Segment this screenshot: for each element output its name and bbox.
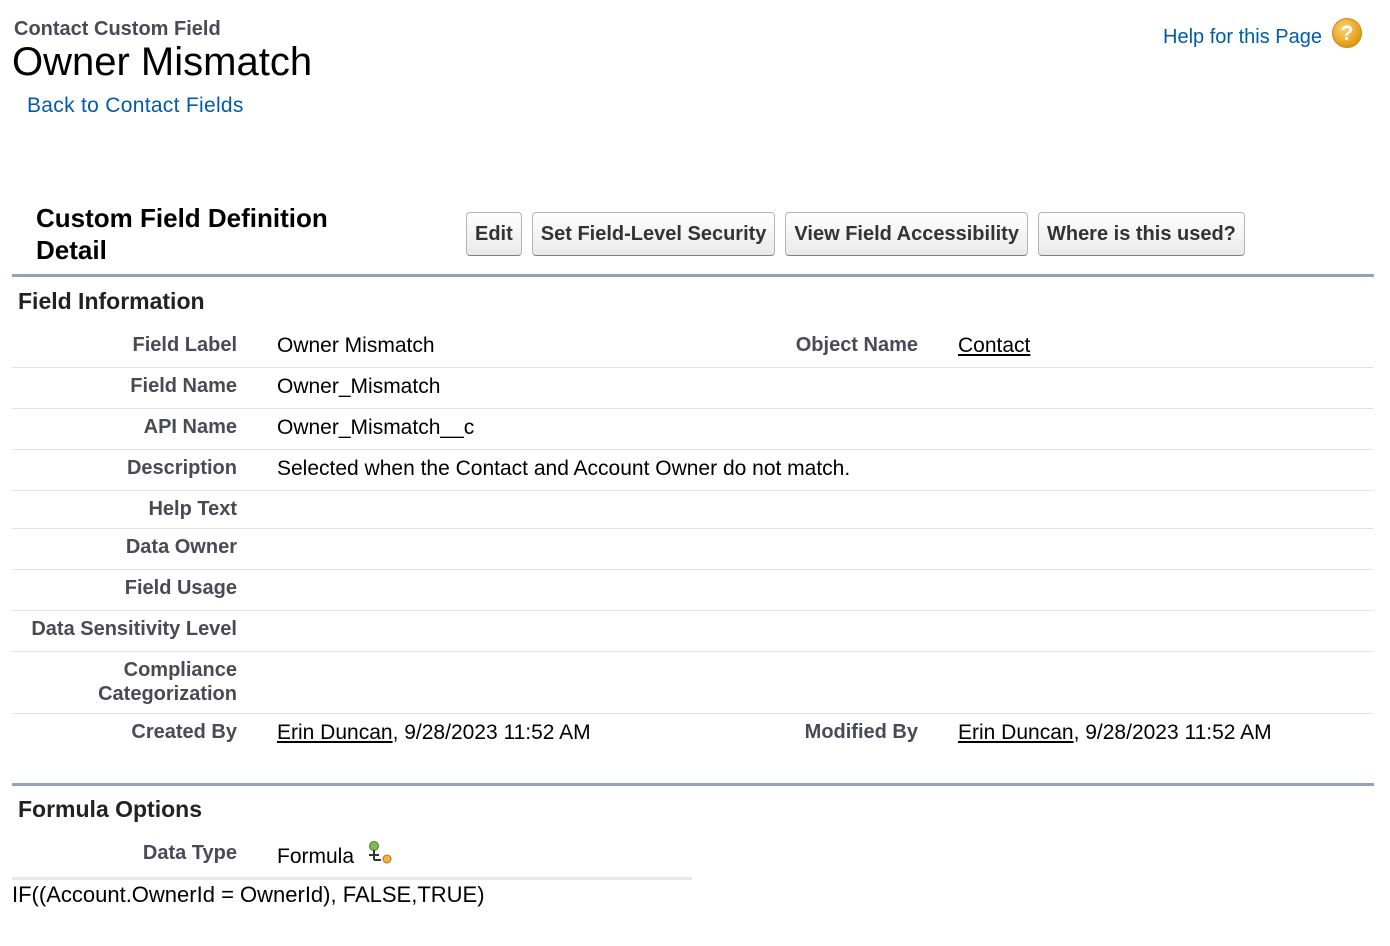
- modified-by-label: Modified By: [804, 721, 918, 743]
- page-title: Owner Mismatch: [12, 40, 313, 84]
- field-name-row: Field Name Owner_Mismatch: [12, 368, 1374, 409]
- data-sensitivity-label: Data Sensitivity Level: [31, 618, 237, 640]
- data-type-label: Data Type: [142, 842, 237, 864]
- data-type-value: Formula: [277, 845, 355, 868]
- formula-expression: IF((Account.OwnerId = OwnerId), FALSE,TR…: [12, 882, 485, 907]
- field-label-value: Owner Mismatch: [277, 334, 435, 357]
- object-name-label: Object Name: [795, 334, 918, 356]
- field-usage-label: Field Usage: [124, 577, 237, 599]
- field-name-value: Owner_Mismatch: [277, 375, 441, 398]
- created-by-date: , 9/28/2023 11:52 AM: [392, 721, 591, 744]
- formula-icon: [369, 841, 392, 864]
- help-text-label: Help Text: [148, 498, 237, 520]
- back-to-contact-fields-link[interactable]: Back to Contact Fields: [27, 94, 244, 118]
- formula-options-heading: Formula Options: [18, 796, 202, 822]
- created-by-user-link[interactable]: Erin Duncan: [277, 721, 393, 744]
- data-sensitivity-row: Data Sensitivity Level: [12, 611, 1374, 652]
- modified-by-date: , 9/28/2023 11:52 AM: [1073, 721, 1272, 744]
- modified-by-user-link[interactable]: Erin Duncan: [958, 721, 1074, 744]
- compliance-label-line1: Compliance: [123, 659, 237, 681]
- description-row: Description Selected when the Contact an…: [12, 450, 1374, 491]
- created-modified-row: Created By Erin Duncan, 9/28/2023 11:52 …: [12, 714, 1374, 754]
- section-divider: [12, 274, 1374, 277]
- api-name-value: Owner_Mismatch__c: [277, 416, 475, 439]
- set-field-level-security-button[interactable]: Set Field-Level Security: [531, 212, 776, 256]
- question-icon[interactable]: ?: [1332, 18, 1362, 48]
- description-label: Description: [126, 457, 237, 479]
- api-name-label: API Name: [143, 416, 237, 438]
- detail-button-row: Edit Set Field-Level Security View Field…: [466, 212, 1245, 256]
- field-label-label: Field Label: [132, 334, 237, 356]
- help-text-row: Help Text: [12, 491, 1374, 529]
- field-name-label: Field Name: [130, 375, 237, 397]
- where-is-this-used-button[interactable]: Where is this used?: [1037, 212, 1245, 256]
- object-name-link[interactable]: Contact: [958, 334, 1030, 358]
- detail-section-title: Custom Field Definition Detail: [36, 203, 328, 265]
- created-by-value: Erin Duncan, 9/28/2023 11:52 AM: [277, 721, 591, 745]
- description-value: Selected when the Contact and Account Ow…: [277, 457, 851, 480]
- api-name-row: API Name Owner_Mismatch__c: [12, 409, 1374, 450]
- object-type-label: Contact Custom Field: [14, 18, 221, 40]
- help-for-this-page-link[interactable]: Help for this Page: [1163, 26, 1322, 49]
- edit-button[interactable]: Edit: [466, 212, 522, 256]
- created-by-label: Created By: [131, 721, 237, 743]
- compliance-row: Compliance Categorization: [12, 652, 1374, 714]
- view-field-accessibility-button[interactable]: View Field Accessibility: [785, 212, 1028, 256]
- data-owner-label: Data Owner: [125, 536, 237, 558]
- data-owner-row: Data Owner: [12, 529, 1374, 570]
- compliance-label-line2: Categorization: [98, 683, 237, 705]
- field-information-heading: Field Information: [18, 288, 205, 314]
- field-usage-row: Field Usage: [12, 570, 1374, 611]
- section-divider: [12, 783, 1374, 786]
- field-label-row: Field Label Owner Mismatch Object Name C…: [12, 326, 1374, 368]
- modified-by-value: Erin Duncan, 9/28/2023 11:52 AM: [958, 721, 1272, 745]
- compliance-label: Compliance Categorization: [12, 658, 237, 706]
- data-type-row: Data Type Formula: [12, 834, 692, 880]
